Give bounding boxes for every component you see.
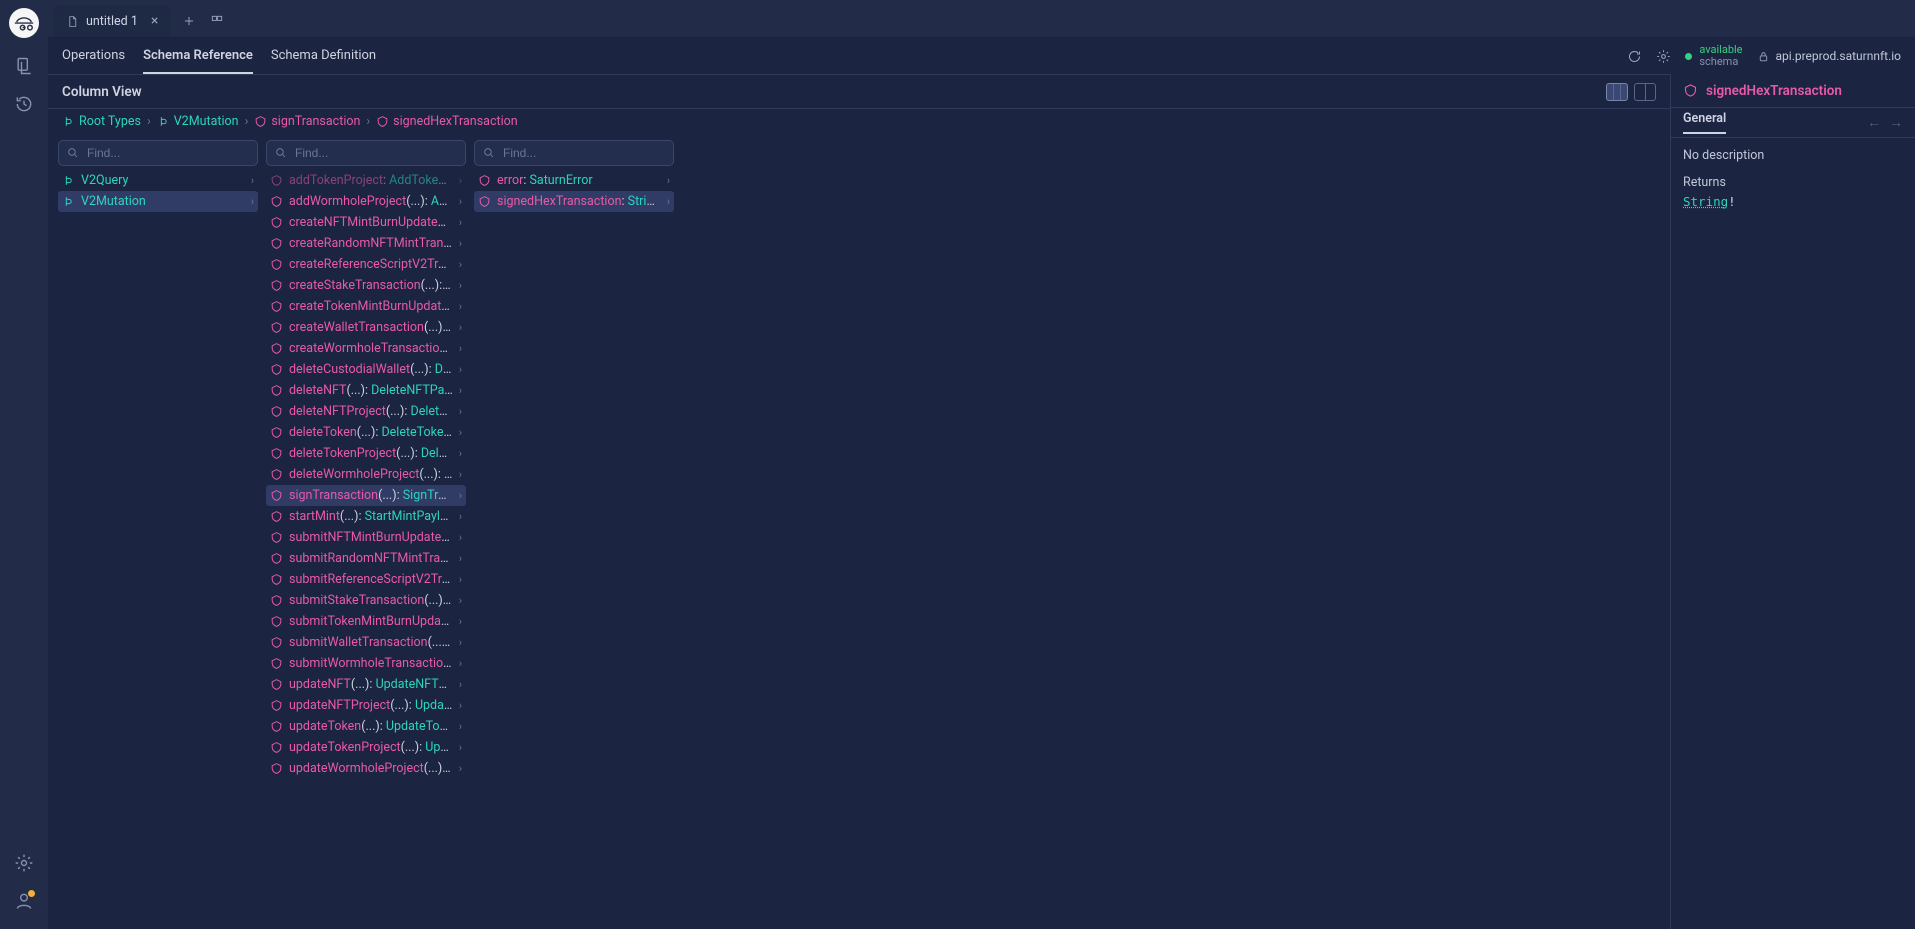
layout-columns-icon[interactable] bbox=[1606, 83, 1628, 101]
list-item[interactable]: createTokenMintBurnUpdateTra...› bbox=[266, 296, 466, 317]
field-icon bbox=[254, 115, 267, 128]
search-icon bbox=[274, 146, 287, 159]
search-input[interactable] bbox=[474, 140, 674, 166]
new-tab-icon[interactable] bbox=[182, 14, 196, 28]
detail-tab-general[interactable]: General bbox=[1683, 111, 1726, 134]
list-item[interactable]: deleteWormholeProject(...): Dele...› bbox=[266, 464, 466, 485]
schema-status[interactable]: available schema bbox=[1685, 44, 1742, 67]
breadcrumb: Root Types › V2Mutation › signTransactio… bbox=[48, 108, 1670, 134]
search-input[interactable] bbox=[58, 140, 258, 166]
chevron-right-icon: › bbox=[366, 114, 370, 129]
list-item[interactable]: updateNFTProject(...): UpdateNF...› bbox=[266, 695, 466, 716]
endpoint[interactable]: api.preprod.saturnnft.io bbox=[1757, 49, 1901, 63]
crumb-signtransaction[interactable]: signTransaction bbox=[254, 114, 360, 129]
notification-dot bbox=[28, 890, 35, 897]
list-item[interactable]: deleteTokenProject(...): DeleteTo...› bbox=[266, 443, 466, 464]
status-line2: schema bbox=[1699, 56, 1742, 68]
search-icon bbox=[66, 146, 79, 159]
tab-schema-reference[interactable]: Schema Reference bbox=[143, 38, 253, 74]
settings-icon[interactable] bbox=[14, 853, 34, 873]
field-icon bbox=[1683, 83, 1698, 98]
column-field-children: error: SaturnError›signedHexTransaction:… bbox=[474, 140, 674, 923]
column-mutation-fields: addTokenProject: AddTokenProj...›addWorm… bbox=[266, 140, 466, 923]
list-item[interactable]: signTransaction(...): SignTransacti...› bbox=[266, 485, 466, 506]
return-type[interactable]: String bbox=[1683, 194, 1728, 209]
list-item[interactable]: deleteNFT(...): DeleteNFTPayload!› bbox=[266, 380, 466, 401]
activity-bar bbox=[0, 0, 48, 929]
detail-panel: signedHexTransaction General ← → No desc… bbox=[1671, 74, 1915, 929]
list-item[interactable]: submitRandomNFTMintTransact...› bbox=[266, 548, 466, 569]
search-icon bbox=[482, 146, 495, 159]
editor-tab[interactable]: untitled 1 × bbox=[54, 5, 170, 37]
detail-description: No description bbox=[1683, 148, 1903, 163]
chevron-right-icon: › bbox=[147, 114, 151, 129]
collections-icon[interactable] bbox=[210, 14, 224, 28]
list-item[interactable]: createWalletTransaction(...): Crea...› bbox=[266, 317, 466, 338]
list-item[interactable]: V2Mutation› bbox=[58, 191, 258, 212]
endpoint-host: api.preprod.saturnnft.io bbox=[1776, 49, 1901, 63]
list-item[interactable]: signedHexTransaction: String!› bbox=[474, 191, 674, 212]
returns-label: Returns bbox=[1683, 175, 1903, 190]
close-icon[interactable]: × bbox=[151, 13, 158, 29]
crumb-signedhex[interactable]: signedHexTransaction bbox=[376, 114, 518, 129]
crumb-root[interactable]: Root Types bbox=[62, 114, 141, 129]
toolbar-tabs: Operations Schema Reference Schema Defin… bbox=[62, 38, 376, 74]
columns-container: V2Query›V2Mutation› addTokenProject: Add… bbox=[48, 134, 1670, 929]
tab-title: untitled 1 bbox=[86, 14, 138, 29]
list-item[interactable]: createReferenceScriptV2Transact...› bbox=[266, 254, 466, 275]
field-icon bbox=[376, 115, 389, 128]
list-item[interactable]: submitReferenceScriptV2Transac...› bbox=[266, 569, 466, 590]
detail-back-icon[interactable]: ← bbox=[1867, 114, 1881, 131]
list-item[interactable]: updateWormholeProject(...): U...› bbox=[266, 758, 466, 779]
detail-title: signedHexTransaction bbox=[1706, 83, 1842, 99]
list-item[interactable]: deleteCustodialWallet(...): Delet...› bbox=[266, 359, 466, 380]
file-icon bbox=[66, 15, 79, 28]
list-item[interactable]: createStakeTransaction(...): Creat...› bbox=[266, 275, 466, 296]
list-item[interactable]: updateNFT(...): UpdateNFTPaylo...› bbox=[266, 674, 466, 695]
list-item[interactable]: submitStakeTransaction(...): Sub...› bbox=[266, 590, 466, 611]
list-item[interactable]: submitWormholeTransaction(...)› bbox=[266, 653, 466, 674]
tab-strip: untitled 1 × bbox=[48, 0, 1915, 38]
refresh-icon[interactable] bbox=[1627, 49, 1642, 64]
list-item[interactable]: startMint(...): StartMintPayload!› bbox=[266, 506, 466, 527]
list-item[interactable]: createWormholeTransaction(...): ...› bbox=[266, 338, 466, 359]
detail-forward-icon[interactable]: → bbox=[1889, 114, 1903, 131]
tab-schema-definition[interactable]: Schema Definition bbox=[271, 38, 376, 74]
list-item[interactable]: addWormholeProject(...): AddW...› bbox=[266, 191, 466, 212]
list-item[interactable]: updateTokenProject(...): UpdateT...› bbox=[266, 737, 466, 758]
column-root-types: V2Query›V2Mutation› bbox=[58, 140, 258, 923]
list-item[interactable]: submitWalletTransaction(...): Sub...› bbox=[266, 632, 466, 653]
list-item[interactable]: updateToken(...): UpdateTokenPa...› bbox=[266, 716, 466, 737]
list-item[interactable]: createNFTMintBurnUpdateTrans...› bbox=[266, 212, 466, 233]
root-type-icon bbox=[62, 115, 75, 128]
list-item[interactable]: deleteToken(...): DeleteTokenPayl...› bbox=[266, 422, 466, 443]
view-title: Column View bbox=[62, 84, 142, 100]
list-item[interactable]: submitTokenMintBurnUpdateTra...› bbox=[266, 611, 466, 632]
type-icon bbox=[157, 115, 170, 128]
view-header: Column View bbox=[48, 74, 1670, 108]
layout-split-icon[interactable] bbox=[1634, 83, 1656, 101]
app-avatar[interactable] bbox=[9, 8, 39, 38]
crumb-v2mutation[interactable]: V2Mutation bbox=[157, 114, 239, 129]
spy-icon bbox=[13, 12, 35, 34]
list-item[interactable]: createRandomNFTMintTransacti...› bbox=[266, 233, 466, 254]
status-dot bbox=[1685, 53, 1692, 60]
history-icon[interactable] bbox=[14, 94, 34, 114]
list-item[interactable]: submitNFTMintBurnUpdateTran...› bbox=[266, 527, 466, 548]
search-input[interactable] bbox=[266, 140, 466, 166]
account-avatar[interactable] bbox=[14, 891, 34, 915]
list-item[interactable]: addTokenProject: AddTokenProj...› bbox=[266, 170, 466, 191]
list-item[interactable]: error: SaturnError› bbox=[474, 170, 674, 191]
list-item[interactable]: deleteNFTProject(...): DeleteNFT...› bbox=[266, 401, 466, 422]
chevron-right-icon: › bbox=[245, 114, 249, 129]
gear-icon[interactable] bbox=[1656, 49, 1671, 64]
tab-operations[interactable]: Operations bbox=[62, 38, 125, 74]
toolbar: Operations Schema Reference Schema Defin… bbox=[48, 38, 1915, 74]
files-icon[interactable] bbox=[14, 56, 34, 76]
list-item[interactable]: V2Query› bbox=[58, 170, 258, 191]
lock-icon bbox=[1757, 50, 1770, 63]
return-nonnull: ! bbox=[1728, 194, 1736, 209]
